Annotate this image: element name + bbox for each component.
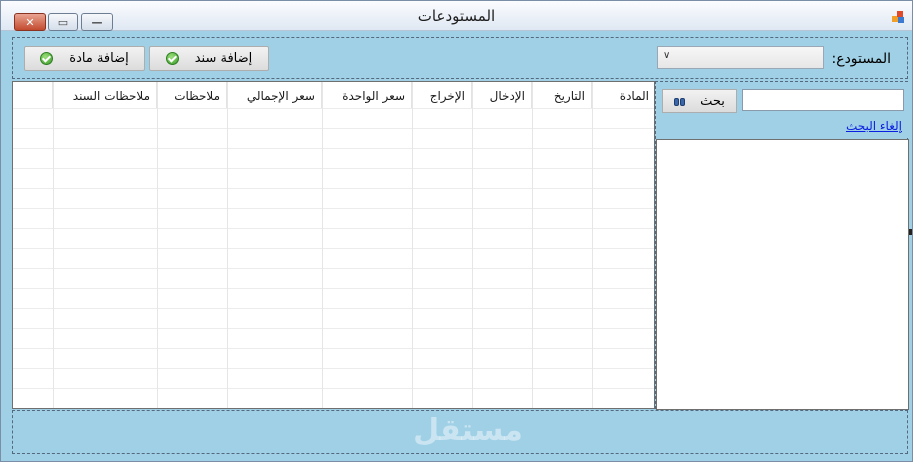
resize-grip[interactable] (909, 229, 912, 235)
search-button-label: بحث (700, 93, 725, 109)
grid-row-line (13, 128, 654, 129)
grid-column-line (412, 82, 413, 408)
grid-column-line (592, 82, 593, 408)
grid-column-line (227, 82, 228, 408)
grid-row-line (13, 268, 654, 269)
check-icon (40, 52, 54, 65)
grid-row-line (13, 208, 654, 209)
window-title: المستودعات (417, 7, 496, 25)
grid-row-line (13, 368, 654, 369)
column-header-total-price[interactable]: سعر الإجمالي (227, 82, 322, 108)
grid-row-line (13, 148, 654, 149)
grid-row-line (13, 328, 654, 329)
column-header-material[interactable]: المادة (592, 82, 654, 108)
column-header-out[interactable]: الإخراج (412, 82, 472, 108)
column-header-date[interactable]: التاريخ (532, 82, 592, 108)
column-header-in[interactable]: الإدخال (472, 82, 532, 108)
column-header-notes[interactable]: ملاحظات (157, 82, 227, 108)
grid-row-line (13, 188, 654, 189)
search-panel: بحث إلغاء البحث (655, 81, 909, 410)
grid-row-line (13, 388, 654, 389)
search-area: بحث إلغاء البحث (656, 82, 909, 138)
cancel-search-link[interactable]: إلغاء البحث (846, 119, 902, 133)
app-icon (892, 11, 904, 23)
add-voucher-button[interactable]: إضافة سند (149, 46, 269, 71)
grid-column-line (157, 82, 158, 408)
column-header-unit-price[interactable]: سعر الواحدة (322, 82, 412, 108)
grid-row-line (13, 108, 654, 109)
warehouse-label: المستودع: (831, 51, 892, 67)
grid-row-line (13, 168, 654, 169)
check-icon (165, 52, 179, 65)
grid-row-line (13, 288, 654, 289)
grid-row-line (13, 308, 654, 309)
grid-column-line (53, 82, 54, 408)
column-header-voucher-notes[interactable]: ملاحظات السند (53, 82, 157, 108)
grid-row-line (13, 348, 654, 349)
grid-column-line (322, 82, 323, 408)
grid-row-line (13, 248, 654, 249)
binoculars-icon (674, 96, 686, 107)
grid-row-line (13, 228, 654, 229)
records-grid[interactable]: المادة التاريخ الإدخال الإخراج سعر الواح… (12, 81, 655, 409)
grid-column-line (532, 82, 533, 408)
grid-row-line (13, 408, 655, 409)
search-button[interactable]: بحث (662, 89, 737, 113)
toolbar-panel: إضافة مادة إضافة سند ∨ المستودع: (12, 37, 908, 79)
chevron-down-icon: ∨ (663, 50, 671, 61)
add-material-label: إضافة مادة (69, 51, 129, 66)
row-header-corner (13, 82, 53, 108)
warehouse-select[interactable]: ∨ (657, 46, 824, 69)
title-bar[interactable]: ✕ ▭ — المستودعات (1, 1, 912, 31)
add-voucher-label: إضافة سند (194, 51, 253, 66)
grid-header: المادة التاريخ الإدخال الإخراج سعر الواح… (13, 82, 654, 108)
add-material-button[interactable]: إضافة مادة (24, 46, 145, 71)
main-window: ✕ ▭ — المستودعات إضافة مادة إضافة سند ∨ … (0, 0, 913, 462)
grid-column-line (472, 82, 473, 408)
grid-body (13, 108, 655, 409)
watermark: مستقل (413, 413, 523, 448)
materials-list[interactable] (656, 139, 909, 410)
search-input[interactable] (742, 89, 904, 111)
status-panel: مستقل (12, 410, 908, 454)
